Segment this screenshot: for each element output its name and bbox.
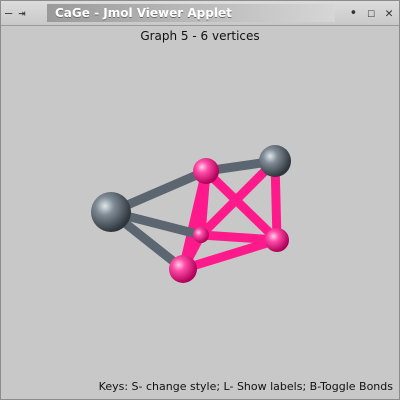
graph-title: Graph 5 - 6 vertices (140, 29, 260, 43)
window-titlebar: — ⇥ CaGe - Jmol Viewer Applet • ☐ ✕ (1, 1, 399, 26)
more-icon[interactable]: • (350, 6, 358, 21)
atom-magenta[interactable] (193, 158, 219, 184)
atom-magenta[interactable] (265, 228, 289, 252)
titlebar-right-controls: • ☐ ✕ (350, 3, 393, 23)
maximize-icon[interactable]: ☐ (367, 6, 375, 21)
atom-layer (91, 145, 291, 283)
titlebar-left-controls: — ⇥ (5, 3, 25, 23)
atom-magenta[interactable] (169, 255, 197, 283)
bond-line (201, 166, 282, 245)
atom-gray[interactable] (259, 145, 291, 177)
molecule-viewer[interactable] (1, 47, 399, 377)
status-text: Keys: S- change style; L- Show labels; B… (98, 380, 393, 393)
jmol-window: — ⇥ CaGe - Jmol Viewer Applet • ☐ ✕ Grap… (0, 0, 400, 400)
minimize-icon[interactable]: — (5, 3, 12, 23)
bond-layer (106, 156, 282, 274)
atom-gray[interactable] (91, 192, 131, 232)
atom-magenta[interactable] (193, 227, 209, 243)
close-icon[interactable]: ✕ (385, 6, 393, 21)
window-title: CaGe - Jmol Viewer Applet (47, 4, 335, 22)
pin-icon[interactable]: ⇥ (18, 3, 25, 23)
